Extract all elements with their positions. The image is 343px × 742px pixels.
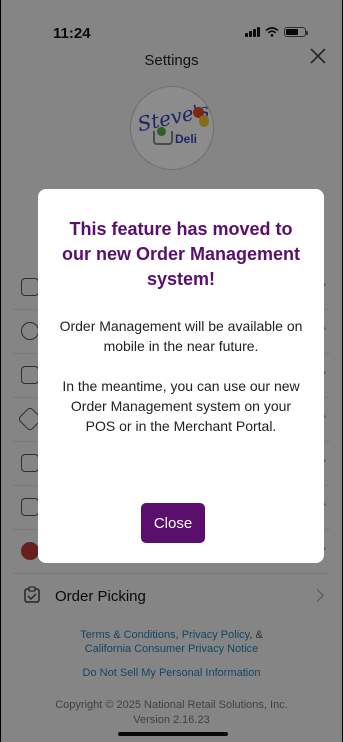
dialog-message-secondary: In the meantime, you can use our new Ord… [62,378,300,434]
settings-screen: 11:24 Settings Steve's Deli Order Pickin… [0,0,343,742]
dialog-title: This feature has moved to our new Order … [61,219,301,289]
close-button[interactable]: Close [141,503,205,543]
feature-moved-dialog: This feature has moved to our new Order … [38,189,324,563]
dialog-message: Order Management will be available on mo… [59,318,303,354]
